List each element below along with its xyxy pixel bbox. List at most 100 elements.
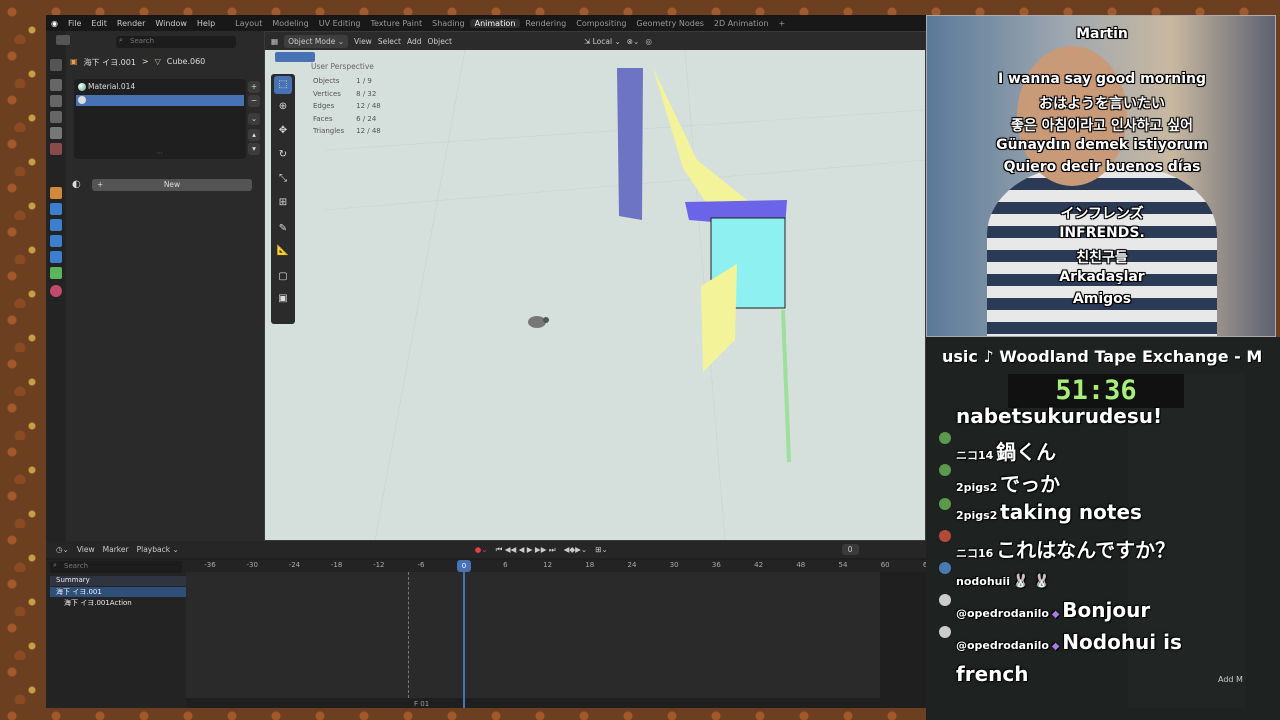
keyframe-area[interactable] (186, 572, 880, 698)
channel-search-input[interactable]: ⌕ Search (50, 561, 182, 573)
channel-label: 海下 イヨ.001Action (64, 599, 132, 607)
output-tab-icon[interactable] (50, 95, 62, 107)
material-slot[interactable]: Material.014 (76, 82, 244, 93)
breadcrumb-object[interactable]: 海下 イヨ.001 (84, 57, 136, 68)
yellow-plane[interactable] (653, 68, 747, 212)
green-strip[interactable] (781, 310, 791, 462)
playhead-frame-label[interactable]: 0 (457, 560, 471, 572)
caption-line: 친친구들 (1076, 250, 1128, 266)
object-tab-icon[interactable] (50, 187, 62, 199)
channel-object[interactable]: 海下 イヨ.001 (50, 587, 186, 597)
chat-message: 2pigs2 taking notes (956, 500, 1142, 524)
breadcrumb-mesh[interactable]: Cube.060 (167, 57, 205, 68)
tab-animation[interactable]: Animation (469, 18, 521, 28)
chat-message: 2pigs2 でっか (956, 468, 1060, 497)
ruler-tick-label: 48 (796, 561, 806, 569)
tab-rendering[interactable]: Rendering (520, 19, 571, 28)
render-tab-icon[interactable] (50, 79, 62, 91)
constraints-tab-icon[interactable] (50, 251, 62, 263)
remove-slot-button[interactable]: − (248, 95, 260, 107)
browse-material-icon[interactable]: ◐ (72, 179, 90, 191)
current-frame-field[interactable]: 0 (841, 544, 859, 555)
data-tab-icon[interactable] (50, 267, 62, 279)
properties-editor: ⌕ Search ▣ 海下 イヨ.001 > ▽ Cube.060 Materi… (56, 31, 264, 541)
chat-message: nodohuii 🐰 🐰 (956, 574, 1050, 589)
menu-edit[interactable]: Edit (86, 19, 112, 28)
tab-shading[interactable]: Shading (427, 19, 470, 28)
webcam-name: Martin (1076, 26, 1128, 42)
tab-uv-editing[interactable]: UV Editing (314, 19, 366, 28)
record-icon[interactable]: ●⌄ (475, 545, 488, 554)
menu-view[interactable]: View (77, 545, 95, 554)
move-up-icon[interactable]: ▴ (248, 129, 260, 141)
transform-orientation-dropdown[interactable]: ⇲ Local ⌄ (584, 37, 621, 46)
editor-type-icon[interactable]: ▦ (271, 37, 278, 46)
properties-tab-strip (46, 31, 66, 541)
blender-logo-icon[interactable]: ◉ (46, 19, 63, 28)
new-material-button[interactable]: + New (92, 179, 252, 191)
playback-controls[interactable]: ⏮ ◀◀ ◀ ▶ ▶▶ ⏭ (496, 545, 556, 555)
tab-geometry-nodes[interactable]: Geometry Nodes (631, 19, 708, 28)
tab-compositing[interactable]: Compositing (571, 19, 631, 28)
avatar (939, 498, 951, 510)
menu-playback[interactable]: Playback ⌄ (137, 545, 179, 554)
ruler-tick-label: 42 (754, 561, 764, 569)
auto-key-icon[interactable]: ⊞⌄ (595, 545, 608, 554)
playhead[interactable] (463, 560, 465, 708)
object-mode-label: Object Mode (288, 36, 336, 46)
view-layer-tab-icon[interactable] (50, 111, 62, 123)
3d-viewport[interactable]: ▦ Object Mode ⌄ View Select Add Object ⇲… (264, 31, 926, 541)
channel-action[interactable]: 海下 イヨ.001Action (50, 598, 186, 608)
caption-line: インフレンズ (1060, 206, 1144, 222)
scene-tab-icon[interactable] (50, 127, 62, 139)
yellow-panel[interactable] (701, 264, 737, 372)
particles-tab-icon[interactable] (50, 219, 62, 231)
chat-message-text: これはなんですか？ (996, 538, 1176, 562)
keyframe-nav-icon[interactable]: ◀◆▶⌄ (564, 545, 588, 554)
chat-username: 2pigs2 (956, 509, 998, 522)
caption-line: Amigos (1072, 291, 1132, 307)
tab-modeling[interactable]: Modeling (267, 19, 313, 28)
menu-render[interactable]: Render (112, 19, 150, 28)
resize-handle-icon[interactable]: ⋯ (156, 149, 163, 157)
menu-marker[interactable]: Marker (103, 545, 129, 554)
object-icon: ▣ (70, 57, 78, 66)
menu-help[interactable]: Help (192, 19, 220, 28)
physics-tab-icon[interactable] (50, 235, 62, 247)
tab-layout[interactable]: Layout (230, 19, 267, 28)
add-slot-button[interactable]: + (248, 81, 260, 93)
material-tab-icon[interactable] (50, 285, 62, 297)
snapping-icon[interactable]: ⊗⌄ (627, 37, 640, 46)
ruler-tick-label: 36 (711, 561, 721, 569)
slot-menu-chevron-icon[interactable]: ⌄ (248, 113, 260, 125)
modifier-tab-icon[interactable] (50, 203, 62, 215)
outliner-add-button[interactable]: Add M (1218, 675, 1243, 684)
tool-tab-icon[interactable] (50, 59, 62, 71)
menu-window[interactable]: Window (150, 19, 192, 28)
editor-type-icon[interactable] (56, 35, 70, 45)
material-sphere-icon (78, 96, 86, 104)
chat-message-text: Bonjour (1062, 598, 1151, 622)
editor-type-icon[interactable]: ◷⌄ (56, 545, 69, 554)
channel-summary[interactable]: Summary (50, 576, 186, 586)
frame-ruler[interactable]: -36-30-24-18-12-60612182430364248546066 (186, 560, 926, 572)
caption-line: INFRENDS. (1059, 225, 1145, 241)
mesh-icon: ▽ (154, 57, 161, 66)
world-tab-icon[interactable] (50, 143, 62, 155)
menu-add[interactable]: Add (407, 37, 422, 46)
menu-object[interactable]: Object (428, 37, 452, 46)
menu-view[interactable]: View (354, 37, 372, 46)
material-slot-selected[interactable] (76, 95, 244, 106)
add-workspace-button[interactable]: + (773, 19, 790, 28)
menu-select[interactable]: Select (378, 37, 401, 46)
tab-texture-paint[interactable]: Texture Paint (365, 19, 427, 28)
proportional-edit-icon[interactable]: ◎ (645, 37, 652, 46)
properties-search-input[interactable]: ⌕ Search (116, 36, 236, 48)
tab-2d-animation[interactable]: 2D Animation (709, 19, 774, 28)
caption-line: Arkadaşlar (1059, 269, 1145, 285)
menu-file[interactable]: File (63, 19, 86, 28)
blue-plane[interactable] (617, 68, 643, 220)
move-down-icon[interactable]: ▾ (248, 143, 260, 155)
chat-message-text: 鍋くん (996, 440, 1057, 464)
object-mode-dropdown[interactable]: Object Mode ⌄ (284, 34, 349, 48)
